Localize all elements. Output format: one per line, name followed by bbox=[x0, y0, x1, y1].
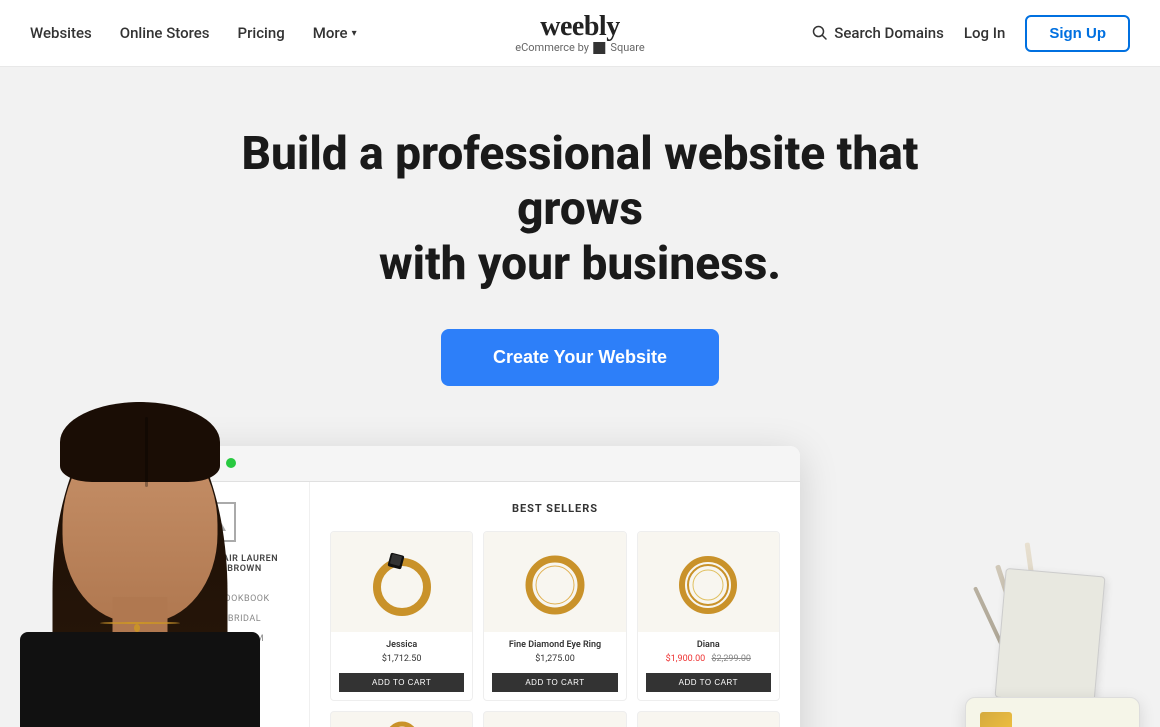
weebly-logo[interactable]: weebly bbox=[515, 11, 644, 43]
product-price-2: $1,275.00 bbox=[492, 654, 617, 664]
product-name-3: Diana bbox=[646, 640, 771, 650]
square-icon bbox=[594, 42, 606, 54]
add-to-cart-btn-3[interactable]: ADD TO CART bbox=[646, 673, 771, 692]
create-website-button[interactable]: Create Your Website bbox=[441, 329, 719, 386]
nav-logo-area: weebly eCommerce by Square bbox=[515, 11, 644, 54]
browser-row: BLAIR LAUREN BROWN LOOKBOOK BRIDAL CUSTO… bbox=[0, 446, 1160, 727]
hero-section: Build a professional website that grows … bbox=[0, 67, 1160, 727]
search-icon bbox=[812, 25, 828, 41]
search-domains-button[interactable]: Search Domains bbox=[812, 24, 944, 42]
product-image-3 bbox=[638, 532, 779, 632]
product-card-1: Jessica $1,712.50 ADD TO CART bbox=[330, 531, 473, 701]
nav-right: Search Domains Log In Sign Up bbox=[812, 15, 1130, 52]
hero-headline: Build a professional website that grows … bbox=[180, 127, 980, 293]
navbar: Websites Online Stores Pricing More ▾ we… bbox=[0, 0, 1160, 67]
right-illustration: 4411 1234 5678 bbox=[940, 422, 1160, 727]
product-price-1: $1,712.50 bbox=[339, 654, 464, 664]
product-name-2: Fine Diamond Eye Ring bbox=[492, 640, 617, 650]
product-card-6 bbox=[637, 711, 780, 727]
tagline: eCommerce by Square bbox=[515, 41, 644, 54]
nav-item-websites[interactable]: Websites bbox=[30, 24, 92, 42]
nav-left: Websites Online Stores Pricing More ▾ bbox=[30, 24, 357, 42]
nav-item-pricing[interactable]: Pricing bbox=[238, 24, 285, 42]
product-card-5 bbox=[483, 711, 626, 727]
product-image-2 bbox=[484, 532, 625, 632]
product-info-1: Jessica $1,712.50 ADD TO CART bbox=[331, 632, 472, 700]
product-info-3: Diana $1,900.00 $2,299.00 ADD TO CART bbox=[638, 632, 779, 700]
store-main-content: BEST SELLERS bbox=[310, 482, 800, 727]
chevron-down-icon: ▾ bbox=[352, 28, 357, 39]
ring-svg-4 bbox=[382, 716, 422, 727]
product-card-2: Fine Diamond Eye Ring $1,275.00 ADD TO C… bbox=[483, 531, 626, 701]
product-price-3: $1,900.00 $2,299.00 bbox=[646, 654, 771, 664]
nav-item-more[interactable]: More ▾ bbox=[313, 24, 357, 42]
product-grid: Jessica $1,712.50 ADD TO CART bbox=[330, 531, 780, 701]
person-illustration bbox=[0, 402, 280, 727]
card-chip bbox=[980, 712, 1012, 727]
ring-svg-2 bbox=[520, 547, 590, 617]
credit-card: 4411 1234 5678 bbox=[965, 697, 1140, 727]
ring-svg-3 bbox=[673, 547, 743, 617]
product-card-3: Diana $1,900.00 $2,299.00 ADD TO CART bbox=[637, 531, 780, 701]
product-info-2: Fine Diamond Eye Ring $1,275.00 ADD TO C… bbox=[484, 632, 625, 700]
nav-item-online-stores[interactable]: Online Stores bbox=[120, 24, 210, 42]
signup-button[interactable]: Sign Up bbox=[1025, 15, 1130, 52]
product-image-1 bbox=[331, 532, 472, 632]
product-grid-row2 bbox=[330, 711, 780, 727]
add-to-cart-btn-2[interactable]: ADD TO CART bbox=[492, 673, 617, 692]
ring-svg-1 bbox=[367, 542, 437, 622]
notebook bbox=[995, 567, 1106, 705]
add-to-cart-btn-1[interactable]: ADD TO CART bbox=[339, 673, 464, 692]
login-button[interactable]: Log In bbox=[964, 24, 1005, 42]
product-card-4 bbox=[330, 711, 473, 727]
product-name-1: Jessica bbox=[339, 640, 464, 650]
best-sellers-title: BEST SELLERS bbox=[330, 502, 780, 515]
